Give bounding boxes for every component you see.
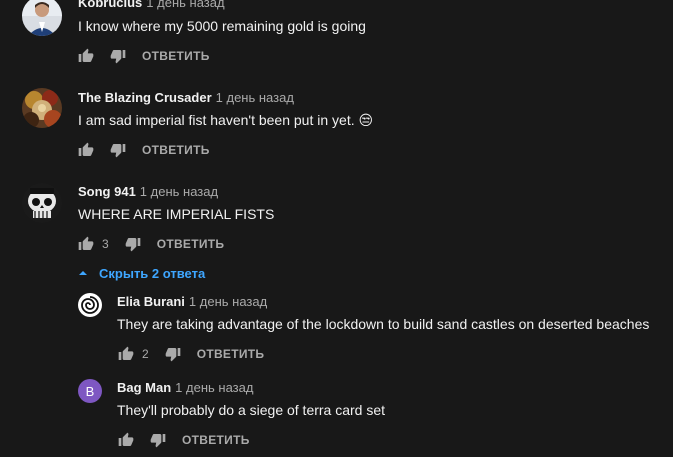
dislike-icon[interactable]	[150, 432, 166, 448]
comment-text: WHERE ARE IMPERIAL FISTS	[78, 206, 275, 222]
like-icon[interactable]	[78, 142, 94, 158]
like-count: 3	[102, 237, 109, 251]
reply-time[interactable]: 1 день назад	[175, 380, 253, 395]
skull-avatar-icon[interactable]	[22, 183, 62, 223]
dislike-icon[interactable]	[125, 236, 141, 252]
comment-time[interactable]: 1 день назад	[146, 0, 224, 10]
hide-replies-button[interactable]: Скрыть 2 ответа	[78, 263, 205, 283]
reply-time[interactable]: 1 день назад	[189, 294, 267, 309]
reply-button[interactable]: ОТВЕТИТЬ	[142, 143, 210, 157]
comment-author[interactable]: The Blazing Crusader	[78, 90, 212, 105]
dislike-icon[interactable]	[110, 48, 126, 64]
like-icon[interactable]	[78, 236, 94, 252]
reply-author[interactable]: Bag Man	[117, 380, 171, 395]
like-count: 2	[142, 347, 149, 361]
reply-button[interactable]: ОТВЕТИТЬ	[182, 433, 250, 447]
comment-text: I am sad imperial fist haven't been put …	[78, 112, 374, 128]
dislike-icon[interactable]	[165, 346, 181, 362]
chevron-up-icon	[78, 268, 88, 278]
swirl-avatar-icon[interactable]	[78, 293, 102, 317]
comment-time[interactable]: 1 день назад	[140, 184, 218, 199]
reply-text: They'll probably do a siege of terra car…	[117, 402, 386, 418]
comment-time[interactable]: 1 день назад	[216, 90, 294, 105]
comment-text: I know where my 5000 remaining gold is g…	[78, 18, 366, 34]
portrait-avatar-icon[interactable]	[22, 0, 62, 36]
like-icon[interactable]	[118, 432, 134, 448]
dislike-icon[interactable]	[110, 142, 126, 158]
hide-replies-label: Скрыть 2 ответа	[99, 265, 206, 281]
reply-button[interactable]: ОТВЕТИТЬ	[197, 347, 265, 361]
crusader-avatar-icon[interactable]	[22, 88, 62, 128]
comment-author[interactable]: Song 941	[78, 184, 136, 199]
like-icon[interactable]	[118, 346, 134, 362]
reply-text: They are taking advantage of the lockdow…	[117, 316, 650, 332]
reply-button[interactable]: ОТВЕТИТЬ	[142, 49, 210, 63]
avatar-letter: B	[85, 383, 95, 399]
letter-avatar[interactable]: B	[78, 379, 102, 403]
comments-section: Kobrucius 1 день назад I know where my 50…	[0, 0, 673, 457]
like-icon[interactable]	[78, 48, 94, 64]
reply-author[interactable]: Elia Burani	[117, 294, 185, 309]
reply-button[interactable]: ОТВЕТИТЬ	[157, 237, 225, 251]
comment-author[interactable]: Kobrucius	[78, 0, 142, 10]
